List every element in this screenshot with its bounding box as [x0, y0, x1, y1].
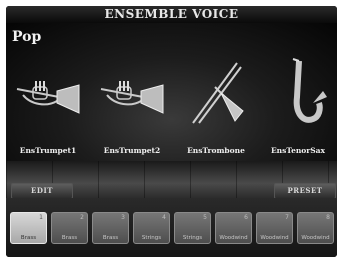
- part-slot-1[interactable]: 1 Brass: [10, 212, 47, 244]
- trumpet-icon: [100, 81, 164, 114]
- part-slot-6[interactable]: 6 Woodwind: [215, 212, 252, 244]
- slot-number: 2: [80, 214, 84, 221]
- instrument-part-3[interactable]: EnsTrombone: [178, 57, 254, 155]
- instrument-part-4[interactable]: EnsTenorSax: [260, 57, 336, 155]
- slot-label: Woodwind: [219, 235, 248, 241]
- slot-label: Woodwind: [260, 235, 289, 241]
- slot-label: Brass: [20, 235, 37, 241]
- slot-number: 4: [162, 214, 166, 221]
- category-label: Pop: [12, 29, 42, 45]
- slot-label: Brass: [61, 235, 78, 241]
- trumpet-icon: [16, 81, 80, 114]
- slot-label: Woodwind: [301, 235, 330, 241]
- slot-label: Strings: [182, 235, 203, 241]
- instrument-name: EnsTenorSax: [270, 146, 326, 155]
- screen-title: ENSEMBLE VOICE: [6, 6, 337, 23]
- slot-label: Brass: [102, 235, 119, 241]
- part-slot-2[interactable]: 2 Brass: [51, 212, 88, 244]
- slot-number: 6: [244, 214, 248, 221]
- instrument-part-2[interactable]: EnsTrumpet2: [94, 75, 170, 155]
- slot-label: Strings: [141, 235, 162, 241]
- part-slot-3[interactable]: 3 Brass: [92, 212, 129, 244]
- preset-button[interactable]: PRESET: [274, 183, 336, 199]
- instrument-name: EnsTrumpet1: [19, 146, 77, 155]
- slot-number: 7: [285, 214, 289, 221]
- instrument-part-1[interactable]: EnsTrumpet1: [10, 75, 86, 155]
- slot-number: 5: [203, 214, 207, 221]
- saxophone-icon: [292, 58, 327, 123]
- main-panel: Pop EnsTrumpet1 EnsTrumpet2 EnsTrombone …: [6, 23, 337, 199]
- part-slot-7[interactable]: 7 Woodwind: [256, 212, 293, 244]
- part-selector-bar: 1 Brass 2 Brass 3 Brass 4 Strings 5 Stri…: [6, 198, 337, 257]
- slot-number: 3: [121, 214, 125, 221]
- part-slot-8[interactable]: 8 Woodwind: [297, 212, 334, 244]
- ensemble-voice-screen: ENSEMBLE VOICE Pop EnsTrumpet1 EnsTrumpe…: [6, 6, 337, 257]
- instrument-name: EnsTrumpet2: [103, 146, 161, 155]
- part-slot-4[interactable]: 4 Strings: [133, 212, 170, 244]
- instrument-name: EnsTrombone: [187, 146, 245, 155]
- slot-number: 8: [326, 214, 330, 221]
- part-slot-5[interactable]: 5 Strings: [174, 212, 211, 244]
- edit-button[interactable]: EDIT: [11, 183, 73, 199]
- slot-number: 1: [39, 214, 43, 221]
- trombone-icon: [192, 62, 244, 124]
